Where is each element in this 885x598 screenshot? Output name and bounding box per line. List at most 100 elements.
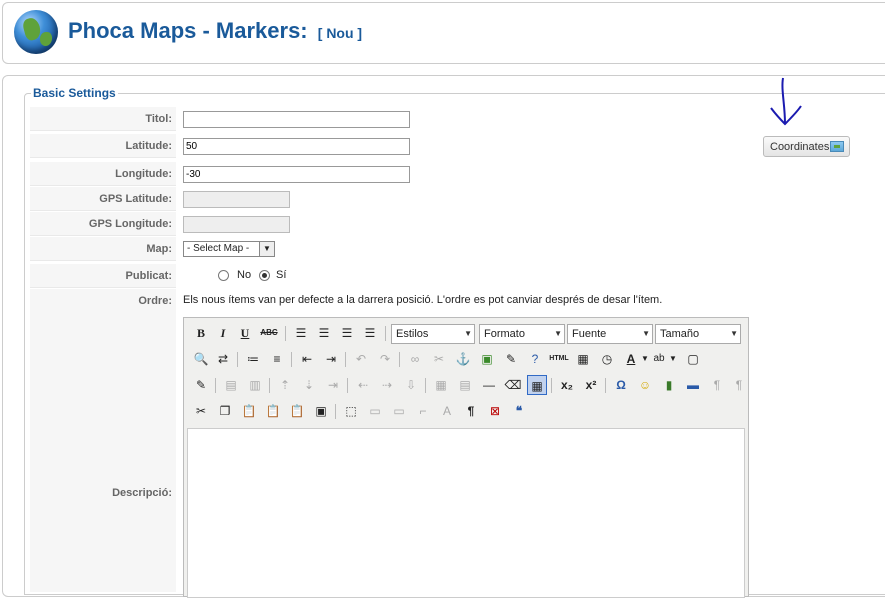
horizontal-rule-icon[interactable]: — — [479, 375, 499, 395]
chevron-down-icon: ▼ — [642, 329, 650, 338]
bold-icon[interactable]: B — [191, 323, 211, 343]
cell-props-icon[interactable]: ▥ — [245, 375, 265, 395]
cut-icon[interactable]: ✂ — [191, 401, 211, 421]
delete-row-icon[interactable]: ⇥ — [323, 375, 343, 395]
show-blocks-icon[interactable]: ¶ — [461, 401, 481, 421]
underline-icon[interactable]: U — [235, 323, 255, 343]
font-dropdown[interactable]: Fuente ▼ — [567, 324, 653, 344]
delete-col-icon[interactable]: ⇩ — [401, 375, 421, 395]
separator — [291, 352, 292, 367]
latitude-input[interactable] — [183, 138, 410, 155]
row-titol: Titol: — [30, 107, 750, 131]
row-before-icon[interactable]: ⇡ — [275, 375, 295, 395]
editor-content-area[interactable] — [187, 428, 745, 598]
paste-icon[interactable]: 📋 — [239, 401, 259, 421]
longitude-input[interactable] — [183, 166, 410, 183]
styles-dropdown-value: Estilos — [396, 328, 429, 340]
advanced-hr-icon[interactable]: ▬ — [683, 375, 703, 395]
strikethrough-icon[interactable]: ABC — [259, 323, 279, 343]
coordinates-button-label: Coordinates — [770, 141, 830, 153]
copy-icon[interactable]: ❐ — [215, 401, 235, 421]
ordre-text: Els nous ítems van per defecte a la darr… — [183, 294, 663, 306]
bullet-list-icon[interactable]: ≔ — [243, 349, 263, 369]
format-dropdown[interactable]: Formato ▼ — [479, 324, 565, 344]
align-center-icon[interactable]: ☰ — [314, 323, 334, 343]
special-char-icon[interactable]: Ω — [611, 375, 631, 395]
col-before-icon[interactable]: ⇠ — [353, 375, 373, 395]
merge-cells-icon[interactable]: ▤ — [455, 375, 475, 395]
italic-icon[interactable]: I — [213, 323, 233, 343]
superscript-icon[interactable]: x² — [581, 375, 601, 395]
separator — [215, 378, 216, 393]
media-icon[interactable]: ▮ — [659, 375, 679, 395]
longitude-label: Longitude: — [30, 162, 176, 186]
move-backward-icon[interactable]: ▭ — [389, 401, 409, 421]
row-props-icon[interactable]: ▤ — [221, 375, 241, 395]
emoticons-icon[interactable]: ☺ — [635, 375, 655, 395]
publicat-label: Publicat: — [30, 264, 176, 288]
publicat-no-radio[interactable] — [218, 270, 229, 281]
font-dropdown-value: Fuente — [572, 328, 607, 340]
col-after-icon[interactable]: ⇢ — [377, 375, 397, 395]
separator — [285, 326, 286, 341]
insert-time-icon[interactable]: ◷ — [597, 349, 617, 369]
chevron-down-icon: ▼ — [730, 329, 738, 338]
link-icon[interactable]: ∞ — [405, 349, 425, 369]
non-breaking-icon[interactable]: ⊠ — [485, 401, 505, 421]
subscript-icon[interactable]: x₂ — [557, 375, 577, 395]
separator — [551, 378, 552, 393]
row-longitude: Longitude: — [30, 162, 750, 186]
redo-icon[interactable]: ↷ — [375, 349, 395, 369]
paste-word-icon[interactable]: 📋 — [287, 401, 307, 421]
row-map: Map: - Select Map - ▼ — [30, 237, 750, 261]
html-icon[interactable]: HTML — [549, 349, 569, 369]
row-after-icon[interactable]: ⇣ — [299, 375, 319, 395]
ltr-icon[interactable]: ¶ — [707, 375, 727, 395]
select-all-icon[interactable]: ▣ — [311, 401, 331, 421]
arrow-annotation-icon — [770, 77, 802, 126]
align-left-icon[interactable]: ☰ — [291, 323, 311, 343]
titol-input[interactable] — [183, 111, 410, 128]
paste-text-icon[interactable]: 📋 — [263, 401, 283, 421]
move-forward-icon[interactable]: ▭ — [365, 401, 385, 421]
indent-icon[interactable]: ⇥ — [321, 349, 341, 369]
undo-icon[interactable]: ↶ — [351, 349, 371, 369]
style-props-icon[interactable]: A — [437, 401, 457, 421]
anchor-icon[interactable]: ⚓ — [453, 349, 473, 369]
chevron-down-icon[interactable]: ▼ — [663, 349, 683, 369]
align-justify-icon[interactable]: ☰ — [360, 323, 380, 343]
align-right-icon[interactable]: ☰ — [337, 323, 357, 343]
separator — [335, 404, 336, 419]
size-dropdown[interactable]: Tamaño ▼ — [655, 324, 741, 344]
chevron-down-icon: ▼ — [259, 242, 274, 256]
outdent-icon[interactable]: ⇤ — [297, 349, 317, 369]
find-icon[interactable]: 🔍 — [191, 349, 211, 369]
edit-css-icon[interactable]: ✎ — [191, 375, 211, 395]
unlink-icon[interactable]: ✂ — [429, 349, 449, 369]
insert-date-icon[interactable]: ▦ — [573, 349, 593, 369]
cleanup-icon[interactable]: ✎ — [501, 349, 521, 369]
blockquote-icon[interactable]: ❝ — [509, 401, 529, 421]
row-gps-latitude: GPS Latitude: — [30, 187, 750, 211]
styles-dropdown[interactable]: Estilos ▼ — [391, 324, 475, 344]
replace-icon[interactable]: ⇄ — [213, 349, 233, 369]
help-icon[interactable]: ? — [525, 349, 545, 369]
image-icon[interactable]: ▣ — [477, 349, 497, 369]
separator — [385, 326, 386, 341]
separator — [605, 378, 606, 393]
numbered-list-icon[interactable]: ≡ — [267, 349, 287, 369]
ordre-label: Ordre: — [30, 289, 176, 313]
insert-layer-icon[interactable]: ⬚ — [341, 401, 361, 421]
gps-latitude-input — [183, 191, 290, 208]
absolute-icon[interactable]: ⌐ — [413, 401, 433, 421]
rtl-icon[interactable]: ¶ — [729, 375, 749, 395]
publicat-si-radio[interactable] — [259, 270, 270, 281]
split-cells-icon[interactable]: ▦ — [431, 375, 451, 395]
page-subtitle: [ Nou ] — [317, 25, 363, 41]
separator — [399, 352, 400, 367]
table-icon[interactable]: ▦ — [527, 375, 547, 395]
map-select[interactable]: - Select Map - ▼ — [183, 241, 275, 257]
coordinates-button[interactable]: Coordinates — [763, 136, 850, 157]
remove-format-icon[interactable]: ⌫ — [503, 375, 523, 395]
fullscreen-icon[interactable]: ▢ — [683, 349, 703, 369]
